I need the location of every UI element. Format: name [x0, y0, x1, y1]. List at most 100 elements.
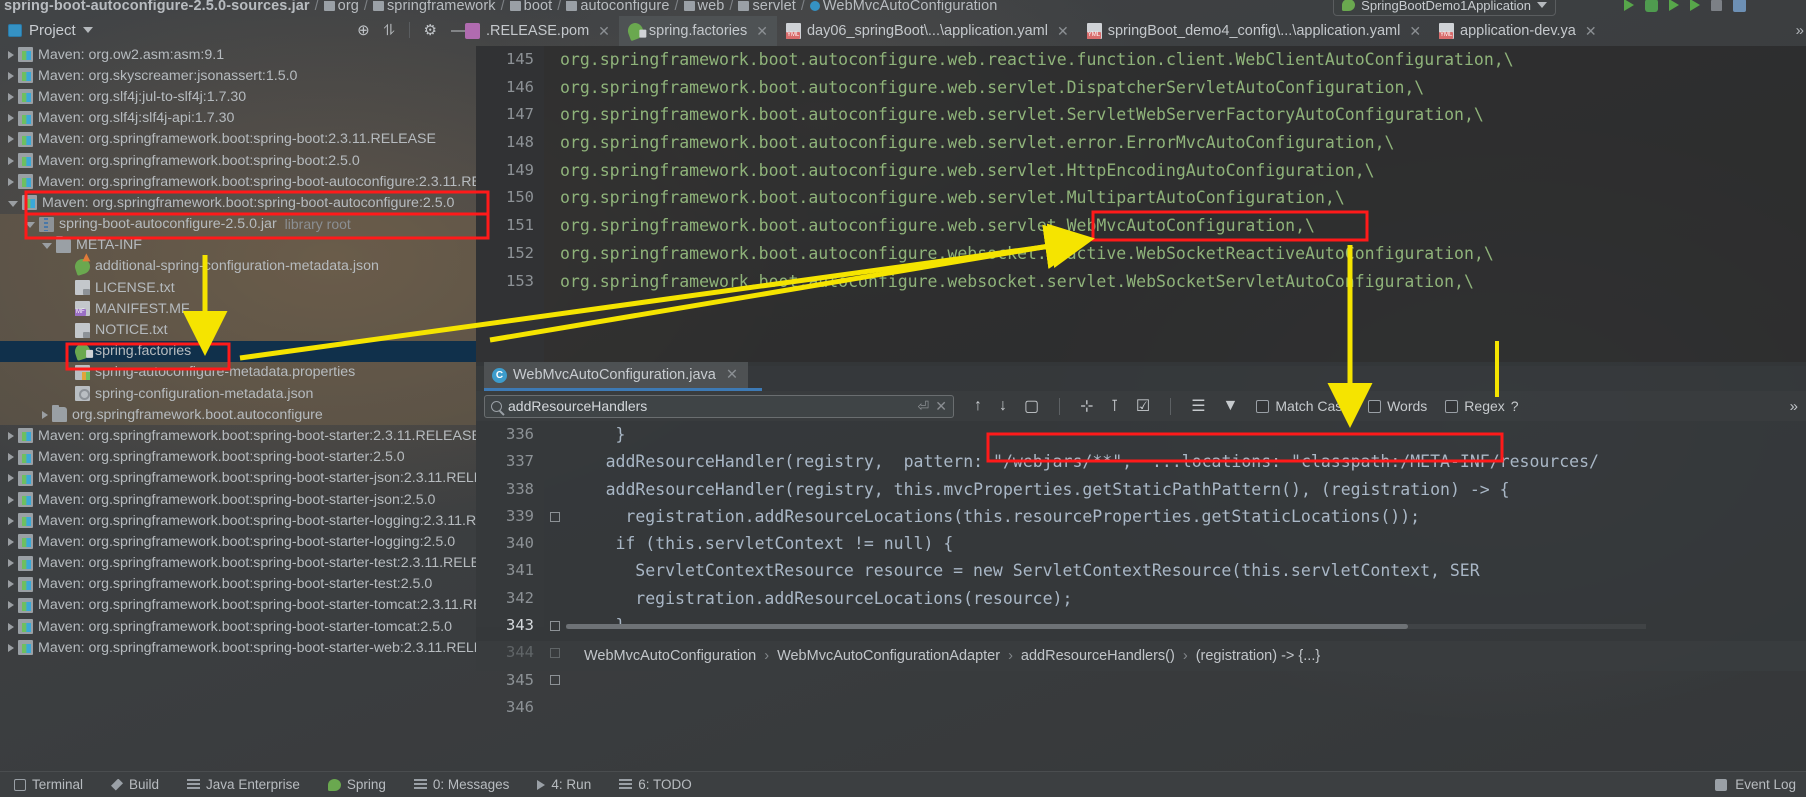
- code-line[interactable]: org.springframework.boot.autoconfigure.w…: [544, 101, 1806, 129]
- select-all-icon[interactable]: ☑: [1136, 396, 1150, 416]
- tree-row[interactable]: NOTICE.txt: [0, 319, 476, 341]
- status-item-event-log[interactable]: Event Log: [1715, 777, 1796, 792]
- breadcrumb-item-web[interactable]: web: [698, 0, 725, 14]
- status-item-terminal[interactable]: Terminal: [0, 777, 97, 792]
- code-line[interactable]: org.springframework.boot.autoconfigure.w…: [544, 129, 1806, 157]
- chevron-right-icon[interactable]: [8, 559, 14, 568]
- tree-row[interactable]: Maven: org.springframework.boot:spring-b…: [0, 637, 476, 658]
- chevron-right-icon[interactable]: [8, 537, 14, 546]
- tree-row[interactable]: spring-autoconfigure-metadata.properties: [0, 361, 476, 383]
- code-line[interactable]: org.springframework.boot.autoconfigure.w…: [544, 46, 1806, 74]
- chevron-right-icon[interactable]: »: [1796, 22, 1804, 39]
- prev-occurrence-icon[interactable]: ↑: [974, 397, 982, 415]
- profile-icon[interactable]: [1690, 0, 1700, 11]
- tree-row[interactable]: Maven: org.springframework.boot:spring-b…: [0, 468, 476, 489]
- fold-marker[interactable]: [544, 612, 566, 639]
- select-all-occurrences-icon[interactable]: ▢: [1024, 396, 1039, 416]
- tree-row[interactable]: spring-boot-autoconfigure-2.5.0.jar libra…: [0, 213, 476, 235]
- chevron-right-icon[interactable]: [8, 474, 14, 483]
- chevron-right-icon[interactable]: [8, 453, 14, 462]
- tree-row[interactable]: Maven: org.skyscreamer:jsonassert:1.5.0: [0, 65, 476, 86]
- code-line[interactable]: if (this.servletContext != null) {: [566, 530, 1806, 557]
- status-item-java-enterprise[interactable]: Java Enterprise: [173, 777, 314, 792]
- chevron-double-right-icon[interactable]: »: [1790, 398, 1798, 415]
- tree-row[interactable]: Maven: org.springframework.boot:spring-b…: [0, 531, 476, 552]
- code-line[interactable]: org.springframework.boot.autoconfigure.w…: [544, 240, 1806, 268]
- editor-tab-release-pom[interactable]: .RELEASE.pom ✕: [456, 16, 619, 46]
- breadcrumb-inner-class[interactable]: WebMvcAutoConfigurationAdapter: [777, 648, 1000, 664]
- tree-row[interactable]: Maven: org.springframework.boot:spring-b…: [0, 510, 476, 531]
- filter-icon[interactable]: ▼: [1223, 397, 1239, 415]
- editor-webmvcautoconfiguration[interactable]: WebMvcAutoConfiguration.java ✕ addResour…: [476, 362, 1806, 716]
- code-line[interactable]: registration.addResourceLocations(this.r…: [566, 503, 1806, 530]
- code-line[interactable]: org.springframework.boot.autoconfigure.w…: [544, 157, 1806, 185]
- close-icon[interactable]: ✕: [598, 23, 610, 40]
- next-occurrence-icon[interactable]: ↓: [999, 397, 1007, 415]
- chevron-right-icon[interactable]: [8, 622, 14, 631]
- code-line[interactable]: org.springframework.boot.autoconfigure.w…: [544, 212, 1806, 240]
- status-item-run[interactable]: 4: Run: [523, 777, 605, 792]
- fold-marker[interactable]: [544, 503, 566, 530]
- close-icon[interactable]: ✕: [935, 398, 947, 415]
- fold-marker[interactable]: [544, 421, 566, 448]
- tree-row[interactable]: Maven: org.springframework.boot:spring-b…: [0, 129, 476, 150]
- breadcrumb-item-servlet[interactable]: servlet: [752, 0, 795, 14]
- words-checkbox[interactable]: Words: [1368, 398, 1427, 414]
- tree-row[interactable]: additional-spring-configuration-metadata…: [0, 255, 476, 278]
- breadcrumb-item-boot[interactable]: boot: [524, 0, 553, 14]
- tree-row[interactable]: Maven: org.slf4j:slf4j-api:1.7.30: [0, 108, 476, 129]
- checkbox-box[interactable]: [1256, 399, 1270, 413]
- chevron-right-icon[interactable]: [8, 156, 14, 165]
- sub-code-content[interactable]: } addResourceHandler(registry, pattern: "…: [566, 421, 1806, 627]
- chevron-right-icon[interactable]: [42, 410, 48, 419]
- tree-row[interactable]: Maven: org.springframework.boot:spring-b…: [0, 489, 476, 510]
- locate-icon[interactable]: ⊕: [357, 23, 370, 38]
- fold-marker[interactable]: [544, 476, 566, 503]
- chevron-right-icon[interactable]: [8, 92, 14, 101]
- run-coverage-icon[interactable]: [1669, 0, 1679, 11]
- layout-icon[interactable]: [1733, 0, 1746, 12]
- checkbox-box[interactable]: [1445, 399, 1459, 413]
- editor-tab-application-dev-yaml[interactable]: application-dev.ya ✕: [1430, 16, 1606, 46]
- add-selection-icon[interactable]: ⊹: [1080, 396, 1093, 416]
- help-icon[interactable]: ?: [1511, 398, 1519, 414]
- run-icon[interactable]: [1624, 0, 1634, 11]
- code-folding-column[interactable]: [544, 421, 566, 686]
- tree-row[interactable]: Maven: org.springframework.boot:spring-b…: [0, 425, 476, 446]
- filter-results-icon[interactable]: ☰: [1191, 396, 1205, 416]
- code-line[interactable]: org.springframework.boot.autoconfigure.w…: [544, 74, 1806, 102]
- collapse-all-icon[interactable]: ⥮: [384, 23, 395, 38]
- code-line[interactable]: addResourceHandler(registry, pattern: "/…: [566, 448, 1806, 475]
- tree-row[interactable]: Maven: org.ow2.asm:asm:9.1: [0, 44, 476, 65]
- tree-row[interactable]: Maven: org.springframework.boot:spring-b…: [0, 616, 476, 637]
- breadcrumb-item-org[interactable]: org: [338, 0, 359, 14]
- chevron-down-icon[interactable]: [82, 27, 93, 33]
- breadcrumb-item-jar[interactable]: spring-boot-autoconfigure-2.5.0-sources.…: [4, 0, 310, 14]
- chevron-right-icon[interactable]: [8, 114, 14, 123]
- chevron-right-icon[interactable]: [8, 431, 14, 440]
- project-tree[interactable]: Maven: org.ow2.asm:asm:9.1 Maven: org.sky…: [0, 44, 476, 671]
- breadcrumb-method[interactable]: addResourceHandlers(): [1021, 648, 1175, 664]
- match-case-checkbox[interactable]: Match Case: [1256, 398, 1350, 414]
- fold-marker[interactable]: [544, 585, 566, 612]
- chevron-right-icon[interactable]: [8, 71, 14, 80]
- fold-box-icon[interactable]: [550, 620, 560, 631]
- close-icon[interactable]: ✕: [726, 367, 738, 383]
- horizontal-scrollbar[interactable]: [566, 624, 1646, 629]
- checkbox-box[interactable]: [1368, 399, 1382, 413]
- tree-row[interactable]: Maven: org.springframework.boot:spring-b…: [0, 171, 476, 192]
- close-icon[interactable]: ✕: [1409, 23, 1421, 40]
- fold-marker[interactable]: [544, 694, 566, 721]
- chevron-right-icon[interactable]: [8, 135, 14, 144]
- tree-row[interactable]: spring.factories: [0, 340, 476, 362]
- tree-row[interactable]: Maven: org.slf4j:jul-to-slf4j:1.7.30: [0, 86, 476, 107]
- search-input[interactable]: addResourceHandlers ⏎ ✕: [484, 394, 954, 418]
- status-item-spring[interactable]: Spring: [314, 777, 400, 792]
- breadcrumb-item-class[interactable]: WebMvcAutoConfiguration: [823, 0, 998, 14]
- run-configuration-selector[interactable]: SpringBootDemo1Application: [1333, 0, 1556, 16]
- breadcrumb-class[interactable]: WebMvcAutoConfiguration: [584, 648, 756, 664]
- tree-row[interactable]: Maven: org.springframework.boot:spring-b…: [0, 447, 476, 468]
- chevron-right-icon[interactable]: [8, 516, 14, 525]
- chevron-right-icon[interactable]: [8, 580, 14, 589]
- breadcrumb-item-autoconfigure[interactable]: autoconfigure: [580, 0, 669, 14]
